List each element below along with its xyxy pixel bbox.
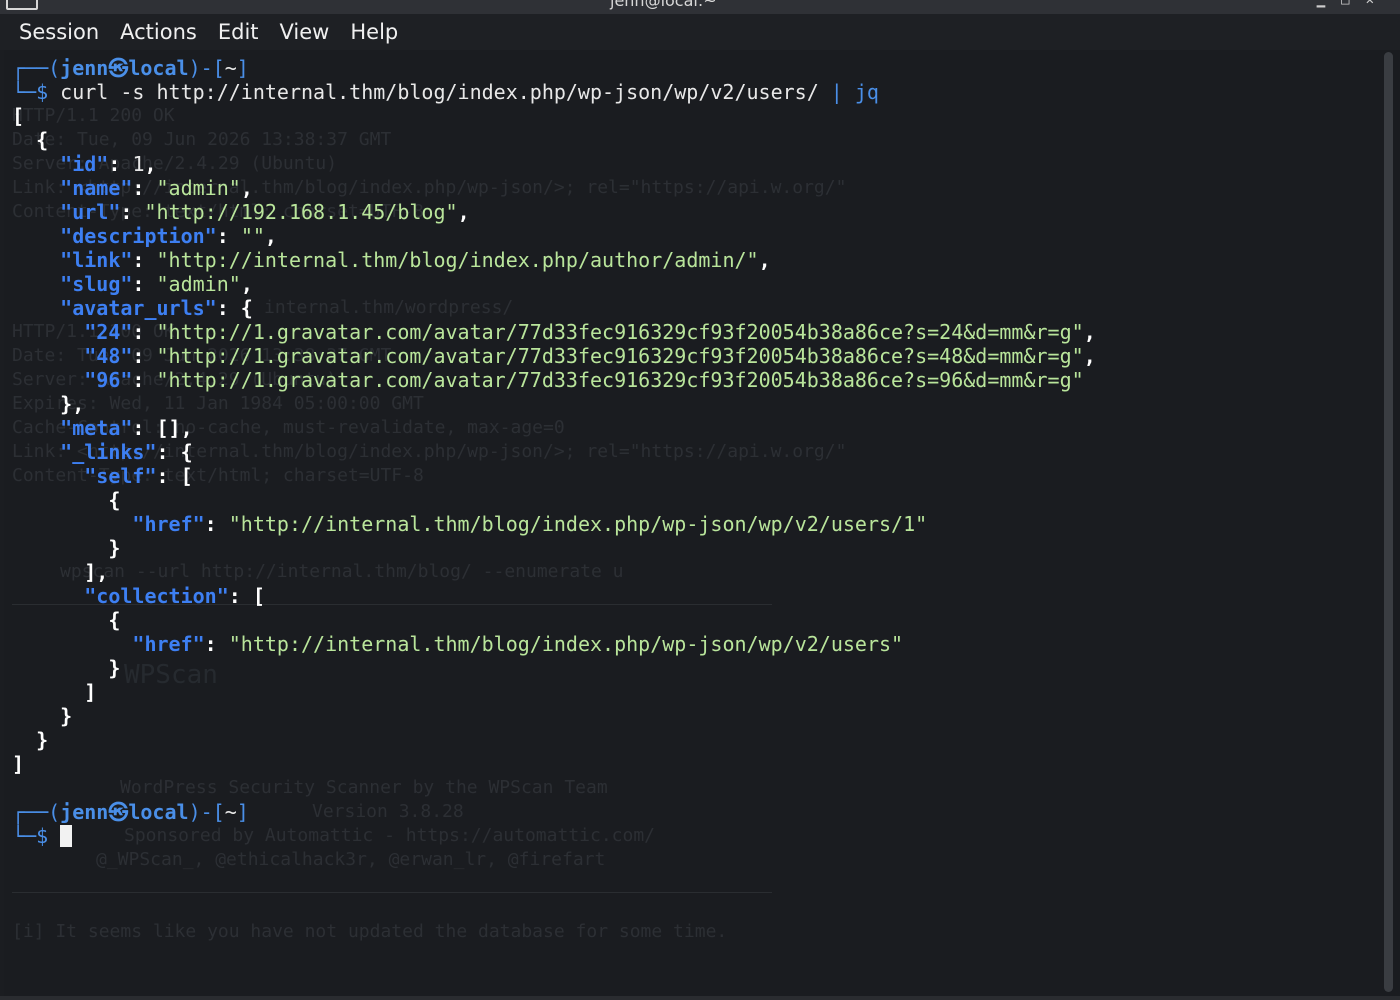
json-line: "collection": [ [84, 584, 265, 608]
json-line: "name": "admin", [60, 176, 253, 200]
prompt-cwd: ~ [224, 56, 237, 80]
scrollbar-thumb[interactable] [1384, 52, 1393, 992]
window-bottom-edge [0, 996, 1400, 1000]
json-line: } [60, 704, 73, 728]
input-line[interactable]: └─$ [12, 824, 1096, 848]
menu-view[interactable]: View [280, 20, 330, 44]
maximize-icon[interactable]: □ [1341, 0, 1365, 8]
json-line: "link": "http://internal.thm/blog/index.… [60, 248, 771, 272]
window-controls[interactable]: ▁□✕ [1317, 0, 1390, 8]
avatar-48-value: "http://1.gravatar.com/avatar/77d33fec91… [156, 344, 1084, 368]
terminal-lines: ┌──(jenn㉿local)-[~] └─$ curl -s http://i… [12, 56, 1096, 848]
json-line: ], [84, 560, 109, 584]
terminal-output[interactable]: HTTP/1.1 200 OK Date: Tue, 09 Jun 2026 1… [4, 50, 1380, 996]
ghost-line: [i] It seems like you have not updated t… [12, 921, 728, 942]
json-line: "slug": "admin", [60, 272, 253, 296]
json-line: "id": 1, [60, 152, 157, 176]
user-id-value: 1 [132, 152, 145, 176]
json-line: "self": [ [84, 464, 193, 488]
terminal-app-icon [6, 0, 38, 10]
json-line: { [108, 488, 121, 512]
json-line: "96": "http://1.gravatar.com/avatar/77d3… [84, 368, 1084, 392]
command-filter: jq [854, 80, 879, 104]
avatar-96-value: "http://1.gravatar.com/avatar/77d33fec91… [156, 368, 1084, 392]
menu-bar: Session Actions Edit View Help [0, 14, 1400, 50]
command-line: └─$ curl -s http://internal.thm/blog/ind… [12, 80, 879, 104]
window-title: jenn@local:~ [610, 0, 717, 10]
avatar-24-value: "http://1.gravatar.com/avatar/77d33fec91… [156, 320, 1084, 344]
menu-session[interactable]: Session [19, 20, 99, 44]
json-line: } [108, 656, 121, 680]
menu-edit[interactable]: Edit [218, 20, 259, 44]
prompt-line: ┌──(jenn㉿local)-[~] [12, 56, 249, 80]
user-url-value: "http://192.168.1.45/blog" [144, 200, 458, 224]
ghost-line: @_WPScan_, @ethicalhack3r, @erwan_lr, @f… [96, 849, 606, 870]
ghost-divider [12, 892, 772, 893]
json-line: "meta": [], [60, 416, 193, 440]
close-icon[interactable]: ✕ [1366, 0, 1390, 8]
command-text: curl -s http://internal.thm/blog/index.p… [60, 80, 831, 104]
prompt-user: jenn [60, 56, 109, 80]
prompt-line: ┌──(jenn㉿local)-[~] [12, 800, 249, 824]
minimize-icon[interactable]: ▁ [1317, 0, 1341, 8]
user-link-value: "http://internal.thm/blog/index.php/auth… [156, 248, 759, 272]
json-line: "avatar_urls": { [60, 296, 253, 320]
menu-help[interactable]: Help [350, 20, 398, 44]
json-line: "url": "http://192.168.1.45/blog", [60, 200, 470, 224]
json-line: { [108, 608, 121, 632]
self-href-value: "http://internal.thm/blog/index.php/wp-j… [228, 512, 928, 536]
prompt-host: local [128, 56, 189, 80]
json-line: "href": "http://internal.thm/blog/index.… [132, 512, 928, 536]
json-line: "24": "http://1.gravatar.com/avatar/77d3… [84, 320, 1096, 344]
json-line: ] [84, 680, 97, 704]
json-line: "description": "", [60, 224, 277, 248]
json-line: "48": "http://1.gravatar.com/avatar/77d3… [84, 344, 1096, 368]
text-cursor [60, 825, 73, 847]
json-line: } [108, 536, 121, 560]
json-line: [ [12, 104, 25, 128]
json-line: "_links": { [60, 440, 193, 464]
user-slug-value: "admin" [156, 272, 241, 296]
json-line: ] [12, 752, 25, 776]
json-line: { [36, 128, 49, 152]
json-line: "href": "http://internal.thm/blog/index.… [132, 632, 904, 656]
user-name-value: "admin" [156, 176, 241, 200]
json-line: }, [60, 392, 85, 416]
menu-actions[interactable]: Actions [120, 20, 197, 44]
command-pipe: | [830, 80, 843, 104]
collection-href-value: "http://internal.thm/blog/index.php/wp-j… [228, 632, 904, 656]
scrollbar[interactable] [1380, 50, 1400, 996]
window-titlebar: jenn@local:~ ▁□✕ [0, 0, 1400, 14]
user-description-value: "" [240, 224, 265, 248]
json-line: } [36, 728, 49, 752]
